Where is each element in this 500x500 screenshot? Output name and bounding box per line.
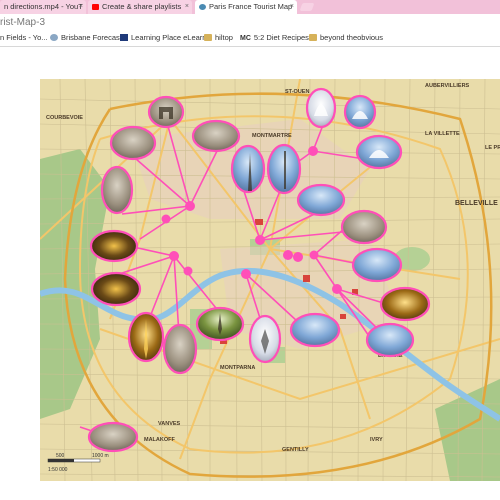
map-label-gentilly: GENTILLY xyxy=(282,447,309,453)
map-label-belleville: BELLEVILLE xyxy=(455,200,498,207)
map-canvas: ST-OUEN AUBERVILLIERS MONTMARTRE LA VILL… xyxy=(40,79,500,481)
map-pin[interactable] xyxy=(185,201,195,211)
tab-label: Paris France Tourist Map xyxy=(209,2,293,11)
champs-elysees-photo[interactable] xyxy=(109,125,157,161)
svg-text:500: 500 xyxy=(56,453,65,459)
map-label-montparnasse: MONTPARNA xyxy=(220,365,255,371)
map-pin[interactable] xyxy=(255,235,265,245)
notre-dame-photo[interactable] xyxy=(296,183,346,217)
opera-night-photo[interactable] xyxy=(379,286,431,322)
map-pin[interactable] xyxy=(169,251,179,261)
map-pin[interactable] xyxy=(283,250,293,260)
notre-dame-2-photo[interactable] xyxy=(365,322,415,358)
globe-icon xyxy=(199,4,206,10)
folder-icon xyxy=(309,34,317,41)
map-pin[interactable] xyxy=(308,146,318,156)
bookmark-item[interactable]: Learning Place eLearn xyxy=(120,33,206,42)
address-bar: rist-Map-3 xyxy=(0,14,500,31)
map-pin[interactable] xyxy=(241,269,251,279)
tab-label: Create & share playlists xyxy=(102,2,182,11)
map-label-le-pre: LE PRÉ-S xyxy=(485,143,500,151)
map-label-courbevoie: COURBEVOIE xyxy=(46,115,83,121)
svg-text:1000 m: 1000 m xyxy=(92,453,109,459)
arc-carrousel-2-photo[interactable] xyxy=(351,247,403,283)
map-pin[interactable] xyxy=(332,284,342,294)
close-icon[interactable]: × xyxy=(290,0,294,14)
arc-carrousel-photo[interactable] xyxy=(340,209,388,245)
louvre-photo[interactable] xyxy=(289,312,341,348)
bookmark-item[interactable]: n Fields - Yo... xyxy=(0,33,48,42)
tab-youtube-playlists[interactable]: Create & share playlists × xyxy=(88,0,192,14)
close-icon[interactable]: × xyxy=(79,0,83,14)
map-label-ivry: IVRY xyxy=(370,437,383,443)
map-label-montmartre: MONTMARTRE xyxy=(252,133,292,139)
map-pin[interactable] xyxy=(309,250,319,260)
browser-tab-strip: n directions.mp4 - YouT × Create & share… xyxy=(0,0,500,14)
map-label-la-villette: LA VILLETTE xyxy=(425,131,460,137)
youtube-icon xyxy=(92,4,99,10)
paris-tourist-map[interactable]: ST-OUEN AUBERVILLIERS MONTMARTRE LA VILL… xyxy=(40,79,500,481)
tab-paris-map[interactable]: Paris France Tourist Map × xyxy=(195,0,297,14)
bookmarks-bar: n Fields - Yo... Brisbane Forecast Learn… xyxy=(0,31,500,47)
tab-youtube-directions[interactable]: n directions.mp4 - YouT × xyxy=(0,0,86,14)
mc-logo-icon: MC xyxy=(240,35,251,42)
tab-label: n directions.mp4 - YouT xyxy=(4,2,83,11)
close-icon[interactable]: × xyxy=(185,0,189,14)
map-pin[interactable] xyxy=(293,252,303,262)
bookmark-item[interactable]: beyond theobvious xyxy=(309,33,383,42)
url-field[interactable]: rist-Map-3 xyxy=(0,17,45,28)
bookmark-item[interactable]: MC 5:2 Diet Recipes xyxy=(240,33,309,42)
versailles-photo[interactable] xyxy=(87,421,139,453)
globe-icon xyxy=(50,34,58,41)
site-logo-icon xyxy=(120,34,128,41)
map-pin[interactable] xyxy=(161,214,171,224)
carousel-night-photo[interactable] xyxy=(90,271,142,307)
map-pin[interactable] xyxy=(183,266,193,276)
chaillot-photo[interactable] xyxy=(162,323,198,375)
svg-text:1:50 000: 1:50 000 xyxy=(48,467,68,473)
folder-icon xyxy=(204,34,212,41)
map-label-st-ouen: ST-OUEN xyxy=(285,89,309,95)
obelisk-photo[interactable] xyxy=(230,144,266,194)
map-label-malakoff: MALAKOFF xyxy=(144,437,175,443)
map-label-aubervilliers: AUBERVILLIERS xyxy=(425,83,470,89)
la-defense-photo[interactable] xyxy=(191,119,241,153)
bookmark-item[interactable]: Brisbane Forecast xyxy=(50,33,122,42)
map-label-vanves: VANVES xyxy=(158,421,181,427)
palais-photo[interactable] xyxy=(100,165,134,215)
bookmark-item[interactable]: hiltop xyxy=(204,33,233,42)
new-tab-button[interactable] xyxy=(299,3,315,11)
arc-night-photo[interactable] xyxy=(89,229,139,263)
